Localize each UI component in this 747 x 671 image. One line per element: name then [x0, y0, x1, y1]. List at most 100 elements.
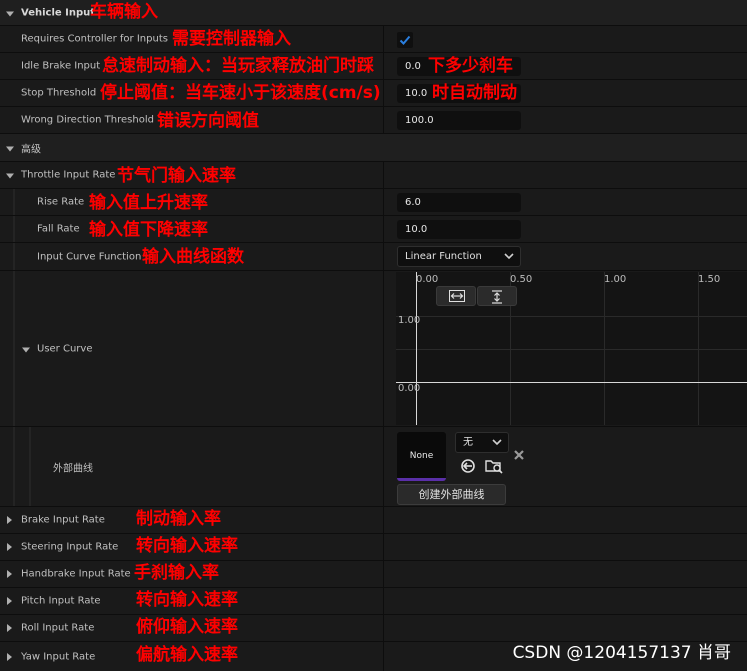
x-tick-label: 0.50: [510, 274, 533, 285]
browse-back-icon[interactable]: [460, 458, 476, 474]
property-steering-input-rate[interactable]: Steering Input Rate: [0, 534, 747, 561]
clear-x-icon[interactable]: [513, 449, 525, 461]
chevron-down-icon: [504, 253, 514, 260]
property-label: 外部曲线: [53, 463, 93, 474]
rise-rate-input[interactable]: 6.0: [397, 193, 521, 212]
property-label: Roll Input Rate: [21, 622, 95, 634]
external-curve-select[interactable]: 无: [455, 432, 509, 453]
annotation-stop-threshold-cont: 时自动制动: [432, 83, 517, 103]
browse-folder-icon[interactable]: [485, 458, 503, 474]
column-splitter[interactable]: [383, 107, 384, 133]
column-splitter[interactable]: [383, 615, 384, 641]
annotation-handbrake-input-rate: 手刹输入率: [134, 563, 219, 583]
fit-horizontal-icon: [449, 290, 465, 302]
wrong-direction-input[interactable]: 100.0: [397, 111, 521, 130]
select-value: Linear Function: [405, 251, 482, 262]
annotation-throttle-input-rate: 节气门输入速率: [117, 166, 236, 186]
property-label: Idle Brake Input: [21, 60, 101, 72]
indent-guide: [13, 189, 15, 215]
column-splitter[interactable]: [383, 427, 384, 506]
column-splitter[interactable]: [383, 507, 384, 533]
expand-arrow-icon[interactable]: [7, 624, 12, 632]
column-splitter[interactable]: [383, 588, 384, 614]
column-splitter[interactable]: [383, 216, 384, 242]
column-splitter[interactable]: [383, 162, 384, 188]
annotation-stop-threshold: 停止阈值：当车速小于该速度(cm/s): [100, 83, 381, 103]
fit-horizontal-button[interactable]: [436, 286, 476, 306]
property-handbrake-input-rate[interactable]: Handbrake Input Rate: [0, 561, 747, 588]
fit-vertical-button[interactable]: [477, 286, 517, 306]
expand-arrow-icon[interactable]: [22, 347, 30, 352]
fall-rate-input[interactable]: 10.0: [397, 220, 521, 239]
property-label: Pitch Input Rate: [21, 595, 101, 607]
input-curve-function-select[interactable]: Linear Function: [397, 246, 521, 267]
external-curve-thumbnail[interactable]: None: [397, 432, 446, 481]
expand-arrow-icon[interactable]: [7, 516, 12, 524]
expand-arrow-icon[interactable]: [7, 543, 12, 551]
expand-arrow-icon[interactable]: [7, 652, 12, 661]
curve-editor[interactable]: 0.00 0.50 1.00 1.50 1.00 0.00: [396, 272, 747, 425]
column-splitter[interactable]: [383, 26, 384, 52]
annotation-rise-rate: 输入值上升速率: [89, 193, 208, 213]
annotation-pitch-input-rate: 转向输入速率: [136, 590, 238, 610]
y-tick-label: 0.00: [398, 383, 421, 394]
property-label: Brake Input Rate: [21, 514, 105, 526]
annotation-steering-input-rate: 转向输入速率: [136, 536, 238, 556]
expand-arrow-icon[interactable]: [7, 597, 12, 605]
expand-arrow-icon[interactable]: [7, 570, 12, 578]
property-wrong-direction: Wrong Direction Threshold 100.0: [0, 107, 747, 134]
property-label: Handbrake Input Rate: [21, 568, 131, 580]
check-icon: [399, 35, 411, 45]
property-throttle-input-rate[interactable]: Throttle Input Rate: [0, 162, 747, 189]
x-axis-line: [396, 382, 747, 383]
annotation-requires-controller: 需要控制器输入: [172, 29, 291, 49]
expand-arrow-icon[interactable]: [6, 146, 14, 151]
property-label: Input Curve Function: [37, 251, 142, 262]
property-label: Requires Controller for Inputs: [21, 33, 168, 45]
column-splitter[interactable]: [383, 642, 384, 671]
expand-arrow-icon[interactable]: [6, 11, 14, 16]
x-tick-label: 1.00: [604, 274, 627, 285]
column-splitter[interactable]: [383, 561, 384, 587]
indent-guide: [13, 271, 15, 426]
property-label: User Curve: [37, 343, 93, 354]
requires-controller-checkbox[interactable]: [397, 32, 413, 48]
property-label: Wrong Direction Threshold: [21, 114, 154, 126]
property-label: Yaw Input Rate: [21, 651, 96, 662]
section-title: Vehicle Input: [21, 7, 96, 18]
annotation-idle-brake: 怠速制动输入：当玩家释放油门时踩: [102, 56, 374, 76]
expand-arrow-icon[interactable]: [6, 173, 14, 179]
property-requires-controller: Requires Controller for Inputs: [0, 26, 747, 53]
indent-guide: [29, 427, 31, 506]
column-splitter[interactable]: [383, 189, 384, 215]
select-value: 无: [463, 437, 473, 448]
annotation-wrong-direction: 错误方向阈值: [157, 111, 259, 131]
x-tick-label: 0.00: [416, 274, 439, 285]
annotation-yaw-input-rate: 偏航输入速率: [136, 645, 238, 665]
annotation-brake-input-rate: 制动输入率: [136, 509, 221, 529]
annotation-idle-brake-cont: 下多少刹车: [428, 56, 513, 76]
x-tick-label: 1.50: [698, 274, 721, 285]
y-tick-label: 1.00: [398, 315, 421, 326]
annotation-fall-rate: 输入值下降速率: [89, 220, 208, 240]
section-advanced[interactable]: 高级: [0, 134, 747, 162]
column-splitter[interactable]: [383, 53, 384, 79]
annotation-roll-input-rate: 俯仰输入速率: [136, 617, 238, 637]
property-label: Rise Rate: [37, 196, 85, 208]
grid-line: [396, 349, 747, 350]
property-brake-input-rate[interactable]: Brake Input Rate: [0, 507, 747, 534]
indent-guide: [13, 216, 15, 242]
grid-line: [396, 316, 747, 317]
property-label: Steering Input Rate: [21, 541, 119, 553]
section-title: 高级: [21, 144, 41, 155]
property-pitch-input-rate[interactable]: Pitch Input Rate: [0, 588, 747, 615]
column-splitter[interactable]: [383, 271, 384, 426]
column-splitter[interactable]: [383, 80, 384, 106]
column-splitter[interactable]: [383, 243, 384, 270]
watermark: CSDN @1204157137 肖哥: [512, 643, 731, 663]
create-external-curve-button[interactable]: 创建外部曲线: [397, 484, 506, 505]
column-splitter[interactable]: [383, 534, 384, 560]
property-input-curve-function: Input Curve Function Linear Function: [0, 243, 747, 271]
property-external-curve: 外部曲线: [0, 427, 747, 507]
property-label: Fall Rate: [37, 223, 80, 235]
